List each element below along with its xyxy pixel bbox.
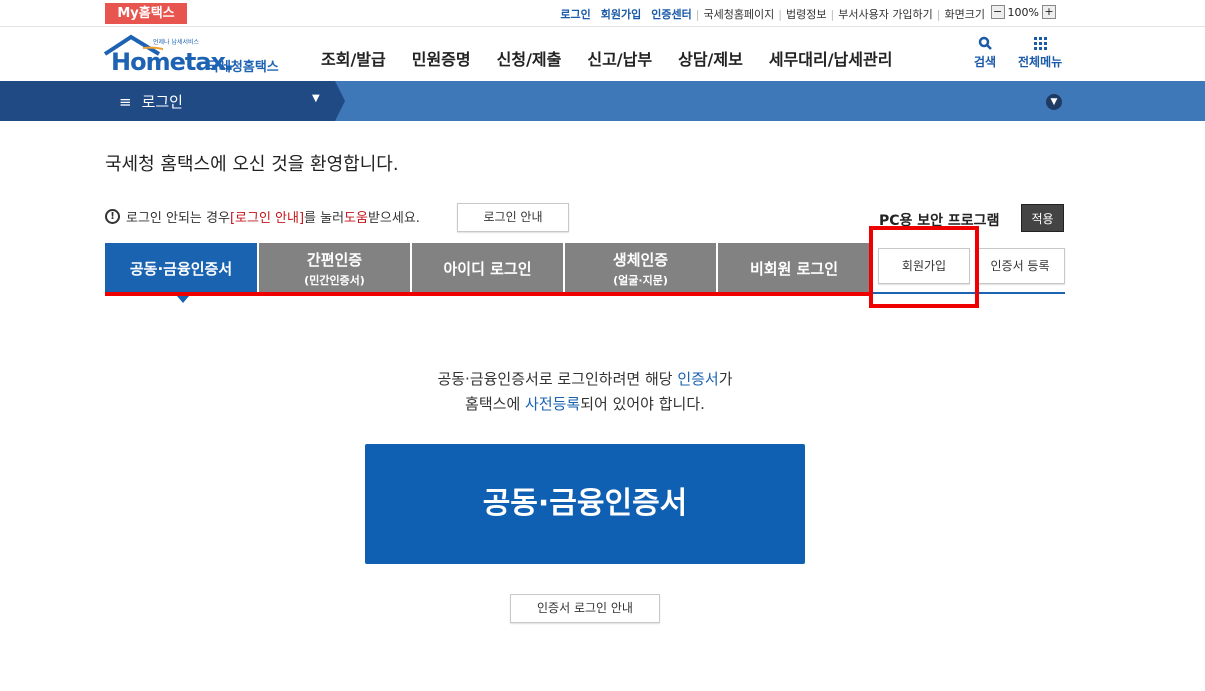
signup-link[interactable]: 회원가입: [601, 6, 641, 22]
notice-text-2: 를 눌러: [304, 211, 345, 226]
notice-text-1: 로그인 안되는 경우: [126, 211, 230, 226]
hometax-logo[interactable]: 언제나 납세서비스 Hometax. 국세청홈택스: [103, 34, 288, 78]
nav-item-report-pay[interactable]: 신고/납부: [587, 46, 652, 70]
login-notice: ! 로그인 안되는 경우 [로그인 안내] 를 눌러 도움 받으세요.: [105, 207, 420, 226]
divider: |: [936, 7, 941, 21]
law-info-link[interactable]: 법령정보: [786, 6, 826, 22]
desc-text: 홈택스에: [465, 395, 526, 413]
highlight-box: [869, 226, 979, 308]
nav-item-tax-agent[interactable]: 세무대리/납세관리: [769, 46, 893, 70]
logo-subtitle: 국세청홈택스: [207, 60, 279, 75]
zoom-value: 100%: [1007, 5, 1039, 19]
zoom-control: − 100% +: [988, 5, 1059, 19]
desc-text: 되어 있어야 합니다.: [580, 395, 705, 413]
page-title: 국세청 홈택스에 오신 것을 환영합니다.: [105, 154, 399, 175]
notice-login-guide: [로그인 안내]: [229, 211, 305, 226]
tab-label: 비회원 로그인: [749, 259, 839, 278]
login-method-tabs: 공동·금융인증서 간편인증 (민간인증서) 아이디 로그인 생체인증 (얼굴·지…: [105, 243, 870, 293]
location-text: 로그인: [141, 93, 183, 111]
nav-item-certificates[interactable]: 민원증명: [412, 46, 471, 70]
tab-joint-financial-cert[interactable]: 공동·금융인증서: [105, 243, 259, 293]
notice-help: 도움: [344, 211, 368, 226]
nav-item-inquiry[interactable]: 조회/발급: [321, 46, 386, 70]
login-guide-button[interactable]: 로그인 안내: [457, 203, 569, 232]
desc-text: 가: [718, 370, 733, 388]
my-hometax-button[interactable]: My홈택스: [105, 3, 187, 24]
utility-links: 로그인 회원가입 인증센터 | 국세청홈페이지 | 법령정보 | 부서사용자 가…: [560, 6, 985, 22]
tab-label: 간편인증: [306, 250, 363, 269]
tab-label: 생체인증: [612, 250, 669, 269]
location-arrow: [335, 81, 345, 121]
cert-center-link[interactable]: 인증센터: [651, 6, 691, 22]
divider: |: [830, 7, 835, 21]
logo-tagline: 언제나 납세서비스: [153, 39, 200, 46]
search-button[interactable]: 검색: [974, 36, 996, 70]
location-bar: ≡ 로그인 ▼ ▼: [0, 81, 1205, 121]
cert-login-guide-button[interactable]: 인증서 로그인 안내: [510, 594, 660, 623]
menu-lines-icon: ≡: [119, 93, 132, 111]
zoom-out-button[interactable]: −: [990, 5, 1005, 19]
notice-text-3: 받으세요.: [367, 211, 420, 226]
site-header: 언제나 납세서비스 Hometax. 국세청홈택스 조회/발급 민원증명 신청/…: [0, 28, 1205, 81]
highlight-underline: [105, 292, 872, 296]
divider: |: [695, 7, 700, 21]
chevron-down-icon[interactable]: ▼: [1046, 94, 1062, 110]
tab-sublabel: (얼굴·지문): [613, 273, 668, 287]
tab-label: 공동·금융인증서: [129, 259, 233, 278]
nav-item-apply[interactable]: 신청/제출: [497, 46, 562, 70]
search-label: 검색: [974, 55, 997, 69]
all-menu-label: 전체메뉴: [1018, 55, 1063, 69]
cert-register-button[interactable]: 인증서 등록: [975, 248, 1065, 284]
grid-menu-icon: [1034, 37, 1048, 50]
tab-non-member[interactable]: 비회원 로그인: [718, 243, 870, 293]
zoom-in-button[interactable]: +: [1042, 5, 1056, 19]
desc-highlight: 인증서: [677, 370, 719, 388]
desc-text: 공동·금융인증서로 로그인하려면 해당: [437, 370, 678, 388]
location-label: ≡ 로그인: [119, 91, 183, 112]
nts-homepage-link[interactable]: 국세청홈페이지: [703, 6, 774, 22]
login-link[interactable]: 로그인: [560, 6, 590, 22]
pc-security-apply-button[interactable]: 적용: [1021, 204, 1064, 232]
all-menu-button[interactable]: 전체메뉴: [1018, 36, 1062, 70]
nav-item-consult[interactable]: 상담/제보: [678, 46, 743, 70]
top-utility-bar: My홈택스 로그인 회원가입 인증센터 | 국세청홈페이지 | 법령정보 | 부…: [0, 0, 1205, 27]
tab-sublabel: (민간인증서): [304, 273, 365, 287]
screen-size-label: 화면크기: [944, 8, 985, 21]
main-navigation: 조회/발급 민원증명 신청/제출 신고/납부 상담/제보 세무대리/납세관리: [321, 46, 892, 70]
divider: |: [778, 7, 783, 21]
tab-biometric[interactable]: 생체인증 (얼굴·지문): [565, 243, 718, 293]
desc-highlight: 사전등록: [525, 395, 581, 413]
info-icon: !: [105, 209, 120, 224]
tab-id-login[interactable]: 아이디 로그인: [412, 243, 565, 293]
dropdown-caret-icon: ▼: [312, 93, 320, 104]
cert-login-button[interactable]: 공동·금융인증서: [365, 444, 805, 564]
dept-user-join-link[interactable]: 부서사용자 가입하기: [838, 6, 933, 22]
description-line-2: 홈택스에 사전등록되어 있어야 합니다.: [0, 393, 1170, 414]
tab-label: 아이디 로그인: [443, 259, 532, 278]
tab-simple-auth[interactable]: 간편인증 (민간인증서): [259, 243, 412, 293]
active-tab-pointer: [177, 296, 189, 303]
search-icon: [978, 36, 992, 50]
description-line-1: 공동·금융인증서로 로그인하려면 해당 인증서가: [0, 368, 1170, 389]
